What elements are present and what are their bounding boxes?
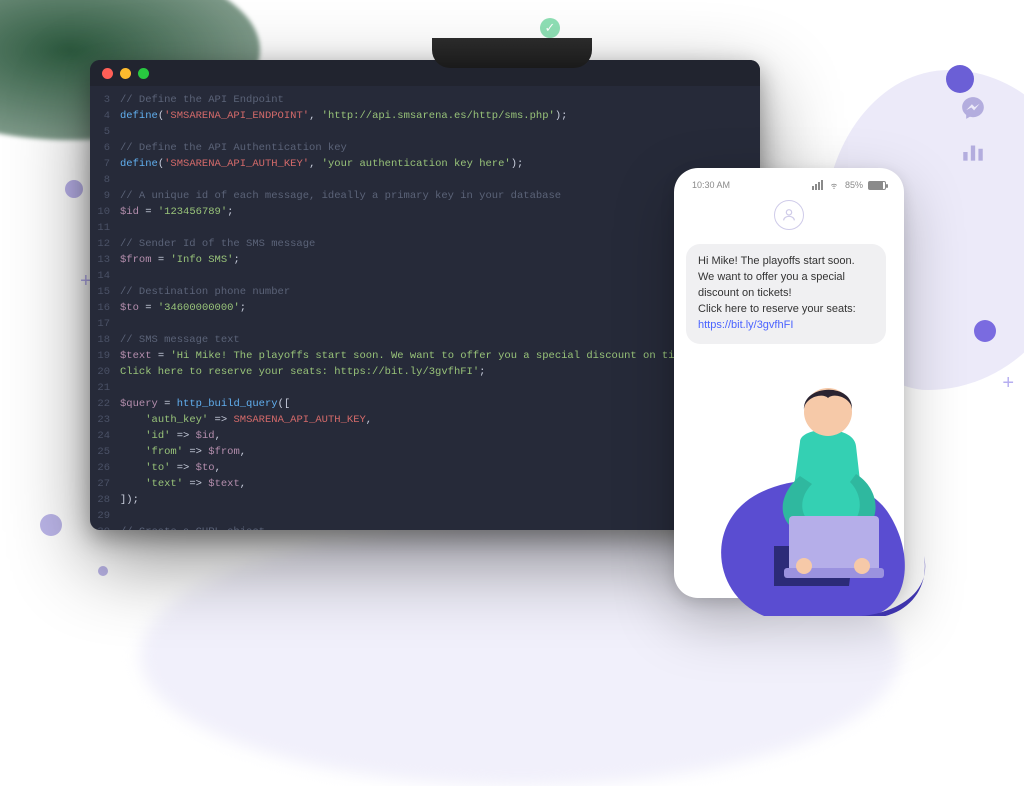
window-zoom-button[interactable] <box>138 68 149 79</box>
side-widgets <box>960 95 986 165</box>
battery-icon <box>868 181 886 190</box>
code-line[interactable]: 25 'from' => $from, <box>90 444 760 460</box>
window-titlebar <box>90 60 760 86</box>
line-number: 30 <box>90 524 120 530</box>
line-number: 19 <box>90 348 120 364</box>
person-illustration <box>704 356 954 616</box>
phone-status-bar: 10:30 AM 85% <box>686 178 892 196</box>
line-number: 20 <box>90 364 120 380</box>
line-number: 14 <box>90 268 120 284</box>
code-line[interactable]: 14 <box>90 268 760 284</box>
code-line[interactable]: 11 <box>90 220 760 236</box>
code-line[interactable]: 21 <box>90 380 760 396</box>
code-line[interactable]: 22$query = http_build_query([ <box>90 396 760 412</box>
monitor-notch <box>432 38 592 68</box>
chart-icon <box>960 139 986 165</box>
decor-dot <box>946 65 974 93</box>
code-line[interactable]: 20Click here to reserve your seats: http… <box>90 364 760 380</box>
line-number: 4 <box>90 108 120 124</box>
line-number: 9 <box>90 188 120 204</box>
code-line[interactable]: 30// Create a CURL object <box>90 524 760 530</box>
code-line[interactable]: 4define('SMSARENA_API_ENDPOINT', 'http:/… <box>90 108 760 124</box>
line-number: 17 <box>90 316 120 332</box>
code-line[interactable]: 23 'auth_key' => SMSARENA_API_AUTH_KEY, <box>90 412 760 428</box>
decor-checkmark-badge: ✓ <box>540 18 560 38</box>
line-number: 26 <box>90 460 120 476</box>
window-close-button[interactable] <box>102 68 113 79</box>
decor-plus-icon: + <box>1002 372 1014 395</box>
line-number: 25 <box>90 444 120 460</box>
sms-link[interactable]: https://bit.ly/3gvfhFI <box>698 319 793 331</box>
code-editor-window: 3// Define the API Endpoint4define('SMSA… <box>90 60 760 530</box>
sms-text-line: discount on tickets! <box>698 287 792 299</box>
line-number: 3 <box>90 92 120 108</box>
code-line[interactable]: 19$text = 'Hi Mike! The playoffs start s… <box>90 348 760 364</box>
line-number: 6 <box>90 140 120 156</box>
code-line[interactable]: 8 <box>90 172 760 188</box>
code-line[interactable]: 9// A unique id of each message, ideally… <box>90 188 760 204</box>
code-line[interactable]: 28]); <box>90 492 760 508</box>
line-number: 24 <box>90 428 120 444</box>
cellular-signal-icon <box>812 180 823 190</box>
line-number: 7 <box>90 156 120 172</box>
line-number: 23 <box>90 412 120 428</box>
line-number: 11 <box>90 220 120 236</box>
contact-avatar-icon <box>774 200 804 230</box>
code-line[interactable]: 16$to = '34600000000'; <box>90 300 760 316</box>
line-number: 13 <box>90 252 120 268</box>
line-number: 5 <box>90 124 120 140</box>
line-number: 12 <box>90 236 120 252</box>
line-number: 10 <box>90 204 120 220</box>
line-number: 16 <box>90 300 120 316</box>
sms-message-bubble: Hi Mike! The playoffs start soon. We wan… <box>686 244 886 344</box>
line-number: 15 <box>90 284 120 300</box>
code-line[interactable]: 26 'to' => $to, <box>90 460 760 476</box>
line-number: 29 <box>90 508 120 524</box>
window-minimize-button[interactable] <box>120 68 131 79</box>
decor-dot <box>40 514 62 536</box>
messenger-icon <box>960 95 986 121</box>
line-number: 21 <box>90 380 120 396</box>
code-line[interactable]: 27 'text' => $text, <box>90 476 760 492</box>
code-line[interactable]: 24 'id' => $id, <box>90 428 760 444</box>
decor-dot <box>65 180 83 198</box>
line-number: 18 <box>90 332 120 348</box>
sms-text-line: Hi Mike! The playoffs start soon. <box>698 255 855 267</box>
sms-text-line: Click here to reserve your seats: <box>698 303 856 315</box>
decor-dot <box>98 566 108 576</box>
sms-text-line: We want to offer you a special <box>698 271 845 283</box>
wifi-icon <box>828 180 840 190</box>
code-line[interactable]: 5 <box>90 124 760 140</box>
line-number: 8 <box>90 172 120 188</box>
code-line[interactable]: 13$from = 'Info SMS'; <box>90 252 760 268</box>
code-line[interactable]: 18// SMS message text <box>90 332 760 348</box>
code-area[interactable]: 3// Define the API Endpoint4define('SMSA… <box>90 86 760 530</box>
code-line[interactable]: 7define('SMSARENA_API_AUTH_KEY', 'your a… <box>90 156 760 172</box>
code-line[interactable]: 10$id = '123456789'; <box>90 204 760 220</box>
code-line[interactable]: 6// Define the API Authentication key <box>90 140 760 156</box>
code-line[interactable]: 3// Define the API Endpoint <box>90 92 760 108</box>
line-number: 22 <box>90 396 120 412</box>
code-line[interactable]: 12// Sender Id of the SMS message <box>90 236 760 252</box>
phone-time: 10:30 AM <box>692 180 730 190</box>
code-line[interactable]: 29 <box>90 508 760 524</box>
line-number: 27 <box>90 476 120 492</box>
decor-dot <box>974 320 996 342</box>
battery-percent: 85% <box>845 180 863 190</box>
code-line[interactable]: 17 <box>90 316 760 332</box>
code-line[interactable]: 15// Destination phone number <box>90 284 760 300</box>
line-number: 28 <box>90 492 120 508</box>
